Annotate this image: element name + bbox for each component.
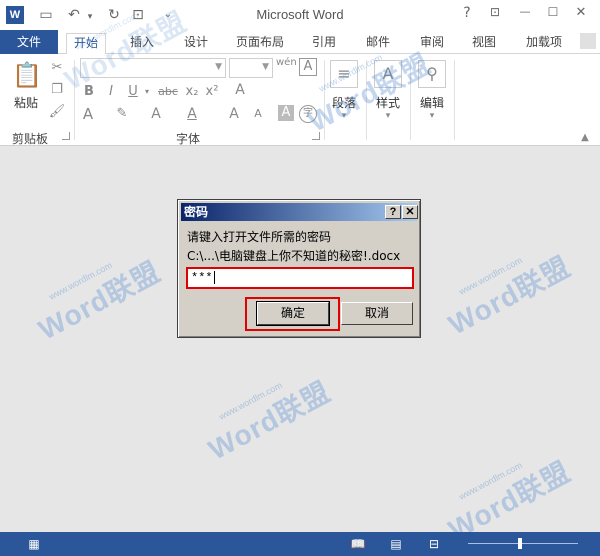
password-input[interactable]: *** bbox=[186, 267, 414, 289]
text-effects-icon[interactable]: A bbox=[80, 106, 96, 122]
minimize-icon[interactable]: — bbox=[514, 5, 536, 25]
collapse-ribbon-icon[interactable]: ▲ bbox=[578, 130, 592, 146]
paste-icon[interactable]: 📋 bbox=[12, 60, 42, 90]
file-path-label: C:\...\电脑键盘上你不知道的秘密!.docx bbox=[187, 249, 401, 263]
underline-icon[interactable]: U bbox=[126, 84, 140, 100]
superscript-icon[interactable]: x² bbox=[204, 84, 220, 100]
password-prompt: 请键入打开文件所需的密码 bbox=[187, 230, 332, 244]
restore-icon[interactable]: ☐ bbox=[542, 5, 564, 25]
clipboard-launcher-icon[interactable] bbox=[62, 132, 70, 140]
help-icon[interactable]: ? bbox=[456, 5, 478, 25]
format-painter-icon[interactable]: 🖌 bbox=[48, 104, 66, 120]
clipboard-group-label: 剪贴板 bbox=[12, 132, 49, 146]
underline-dropdown-icon[interactable]: ▾ bbox=[142, 84, 152, 100]
phonetic-guide-icon[interactable]: wén bbox=[276, 58, 297, 68]
subscript-icon[interactable]: x₂ bbox=[184, 84, 200, 100]
shrink-font-icon[interactable]: A bbox=[250, 106, 266, 122]
window-title: Microsoft Word bbox=[256, 7, 344, 22]
password-value: *** bbox=[191, 271, 213, 285]
ok-button[interactable]: 确定 bbox=[256, 301, 330, 326]
copy-icon[interactable]: ❐ bbox=[48, 82, 66, 98]
clear-formatting-icon[interactable]: A bbox=[232, 82, 248, 98]
close-icon[interactable]: ✕ bbox=[570, 5, 592, 25]
highlight-icon[interactable]: ✎ bbox=[114, 106, 130, 122]
tab-view[interactable]: 视图 bbox=[464, 33, 504, 53]
dialog-close-button[interactable]: ✕ bbox=[402, 205, 418, 219]
character-border-icon[interactable]: A bbox=[299, 58, 317, 76]
dialog-help-button[interactable]: ? bbox=[385, 205, 401, 219]
status-bar: ▦ 📖 ▤ ⊟ bbox=[0, 532, 600, 556]
read-mode-icon[interactable]: 📖 bbox=[350, 536, 366, 552]
character-shading-icon[interactable]: A bbox=[278, 105, 294, 121]
user-avatar[interactable] bbox=[580, 33, 596, 49]
proofing-icon[interactable]: ▦ bbox=[26, 536, 42, 552]
italic-icon[interactable]: I bbox=[104, 84, 118, 100]
tab-add-ins[interactable]: 加载项 bbox=[518, 33, 570, 53]
chevron-down-icon: ▼ bbox=[215, 62, 222, 72]
zoom-slider-thumb[interactable] bbox=[518, 538, 522, 549]
web-layout-icon[interactable]: ⊟ bbox=[426, 536, 442, 552]
text-caret bbox=[213, 271, 215, 285]
font-size-combo[interactable]: ▼ bbox=[229, 58, 273, 78]
font-group-label: 字体 bbox=[176, 132, 201, 146]
print-layout-icon[interactable]: ▤ bbox=[388, 536, 404, 552]
chevron-down-icon: ▼ bbox=[262, 62, 269, 72]
dialog-title: 密码 bbox=[184, 205, 209, 219]
password-dialog: 密码 ? ✕ 请键入打开文件所需的密码 C:\...\电脑键盘上你不知道的秘密!… bbox=[177, 199, 421, 338]
title-bar: W ▭ ↶ ▾ ↻ ⊡ ⌄ Microsoft Word ? ⊡ — ☐ ✕ bbox=[0, 0, 600, 30]
grow-font-icon[interactable]: A bbox=[226, 106, 242, 122]
strikethrough-icon[interactable]: abc bbox=[156, 84, 180, 100]
dialog-title-bar[interactable]: 密码 ? ✕ bbox=[181, 203, 418, 221]
change-case-icon[interactable]: A bbox=[184, 106, 200, 122]
tab-page-layout[interactable]: 页面布局 bbox=[230, 33, 290, 53]
styles-dropdown-icon[interactable]: ▾ bbox=[380, 108, 396, 124]
group-divider bbox=[454, 60, 455, 140]
ribbon-options-icon[interactable]: ⊡ bbox=[484, 5, 506, 25]
editing-dropdown-icon[interactable]: ▾ bbox=[424, 108, 440, 124]
cancel-button[interactable]: 取消 bbox=[341, 302, 413, 325]
tab-file[interactable]: 文件 bbox=[0, 30, 58, 54]
zoom-slider[interactable] bbox=[468, 543, 578, 544]
font-color-icon[interactable]: A bbox=[148, 106, 164, 122]
paste-label[interactable]: 粘贴 bbox=[8, 94, 44, 111]
tab-references[interactable]: 引用 bbox=[304, 33, 344, 53]
